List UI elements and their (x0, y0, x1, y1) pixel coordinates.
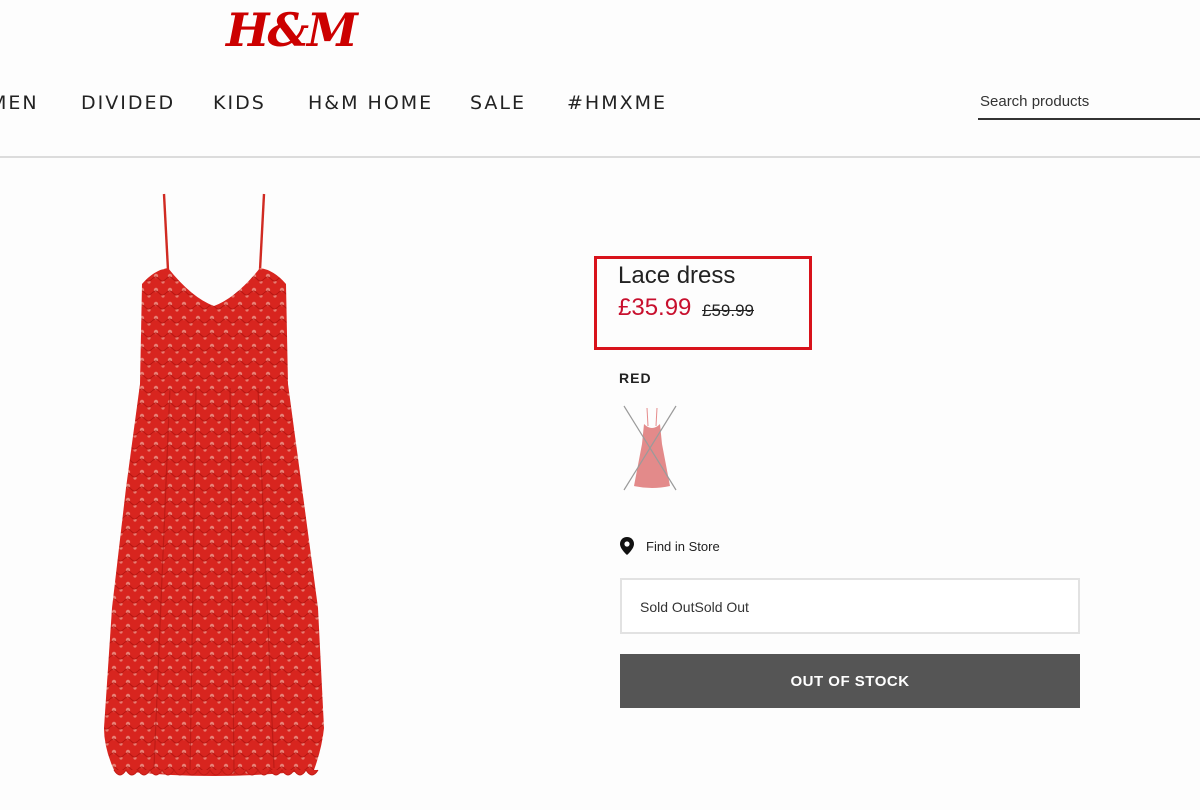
out-of-stock-button[interactable]: OUT OF STOCK (620, 654, 1080, 708)
color-label: RED (619, 370, 652, 386)
dress-skirt (104, 384, 324, 776)
product-name: Lace dress (618, 262, 736, 289)
hm-logo[interactable]: H&M (226, 2, 358, 58)
left-strap (162, 193, 170, 271)
header-divider (0, 156, 1200, 158)
product-image (104, 193, 324, 776)
size-select-value: Sold OutSold Out (640, 599, 749, 615)
nav-item-sale[interactable]: SALE (470, 92, 526, 114)
nav-item-kids[interactable]: KIDS (213, 92, 266, 114)
find-in-store-link[interactable]: Find in Store (620, 536, 720, 556)
find-in-store-label: Find in Store (646, 538, 720, 554)
search-bar (978, 88, 1200, 120)
nav-item-divided[interactable]: DIVIDED (81, 92, 175, 114)
search-input[interactable] (978, 88, 1180, 114)
right-strap (258, 193, 266, 271)
original-price: £59.99 (702, 301, 754, 320)
swatch-dress-icon (634, 424, 670, 488)
nav-item-hmxme[interactable]: #HMXME (567, 92, 667, 114)
nav-item-men[interactable]: MEN (0, 92, 39, 114)
color-swatch-red[interactable] (620, 402, 680, 494)
size-select[interactable]: Sold OutSold Out (620, 578, 1080, 634)
product-page: H&M MEN DIVIDED KIDS H&M HOME SALE #HMXM… (0, 0, 1200, 810)
nav-item-hm-home[interactable]: H&M HOME (308, 92, 433, 114)
dress-bodice (140, 268, 288, 384)
location-pin-icon (620, 537, 634, 555)
sale-price: £35.99 (618, 294, 692, 321)
